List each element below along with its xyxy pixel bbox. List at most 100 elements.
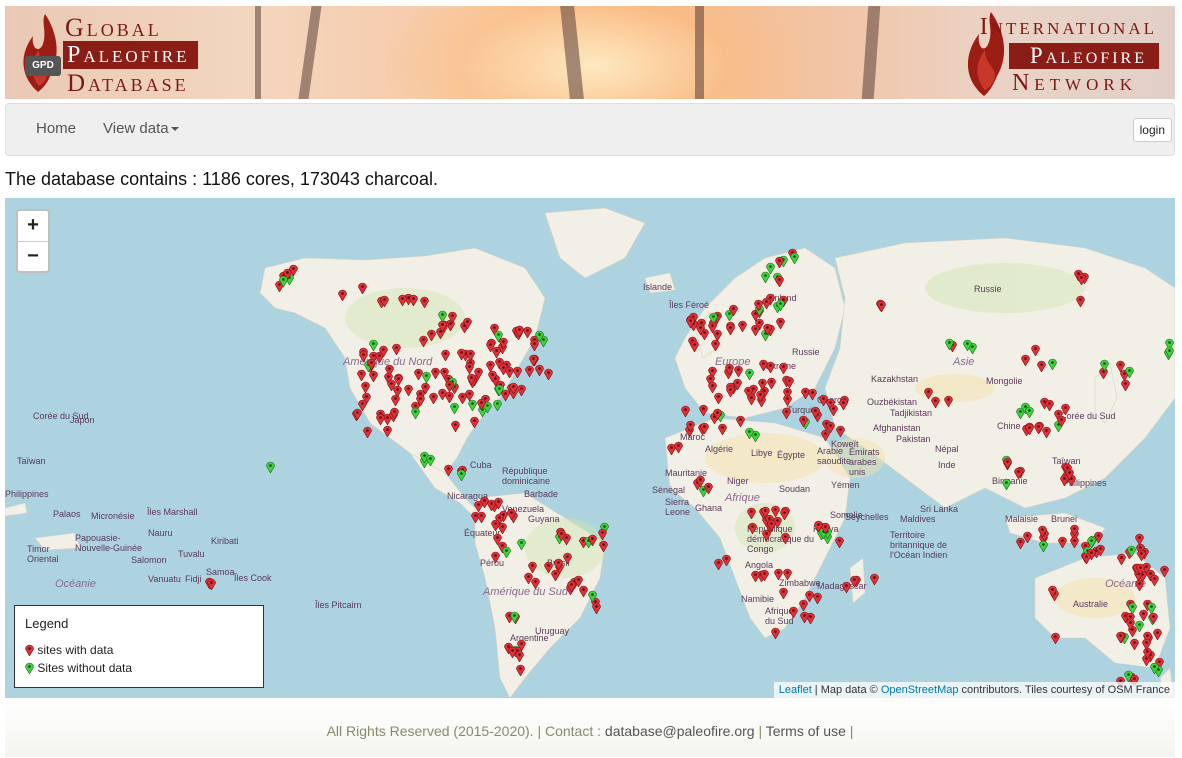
footer-terms-link[interactable]: Terms of use xyxy=(766,723,846,739)
site-marker-with-data[interactable] xyxy=(841,580,851,598)
site-marker-with-data[interactable] xyxy=(808,387,818,405)
site-marker-without-data[interactable] xyxy=(775,298,785,316)
site-marker-with-data[interactable] xyxy=(766,518,776,536)
login-button[interactable]: login xyxy=(1132,118,1172,142)
site-marker-with-data[interactable] xyxy=(708,320,718,338)
site-marker-with-data[interactable] xyxy=(707,380,717,398)
site-marker-with-data[interactable] xyxy=(726,322,736,340)
site-marker-without-data[interactable] xyxy=(510,610,520,628)
site-marker-with-data[interactable] xyxy=(799,414,808,432)
site-marker-with-data[interactable] xyxy=(1021,353,1030,371)
site-marker-with-data[interactable] xyxy=(1023,530,1032,548)
site-marker-without-data[interactable] xyxy=(1047,357,1057,375)
site-marker-with-data[interactable] xyxy=(799,598,808,616)
site-marker-without-data[interactable] xyxy=(1099,358,1109,376)
site-marker-with-data[interactable] xyxy=(1136,562,1145,580)
site-marker-with-data[interactable] xyxy=(733,364,743,382)
site-marker-with-data[interactable] xyxy=(599,539,608,557)
site-marker-with-data[interactable] xyxy=(699,421,709,439)
site-marker-with-data[interactable] xyxy=(474,366,484,384)
site-marker-with-data[interactable] xyxy=(754,298,764,316)
site-marker-with-data[interactable] xyxy=(836,424,846,442)
site-marker-with-data[interactable] xyxy=(491,518,500,536)
site-marker-without-data[interactable] xyxy=(789,251,799,269)
site-marker-with-data[interactable] xyxy=(457,391,467,409)
site-marker-with-data[interactable] xyxy=(696,474,705,492)
openstreetmap-link[interactable]: OpenStreetMap xyxy=(881,684,959,696)
site-marker-with-data[interactable] xyxy=(1013,466,1023,484)
site-marker-without-data[interactable] xyxy=(516,537,526,555)
site-marker-with-data[interactable] xyxy=(563,551,572,569)
site-marker-with-data[interactable] xyxy=(838,397,848,415)
site-marker-with-data[interactable] xyxy=(517,383,527,401)
site-marker-with-data[interactable] xyxy=(440,366,450,384)
site-marker-with-data[interactable] xyxy=(438,319,447,337)
site-marker-with-data[interactable] xyxy=(747,506,757,524)
site-marker-with-data[interactable] xyxy=(1149,573,1159,591)
site-marker-with-data[interactable] xyxy=(1152,627,1162,645)
site-marker-with-data[interactable] xyxy=(398,293,407,311)
site-marker-with-data[interactable] xyxy=(726,384,735,402)
site-marker-with-data[interactable] xyxy=(1058,535,1067,553)
site-marker-without-data[interactable] xyxy=(745,426,754,444)
site-marker-with-data[interactable] xyxy=(476,397,486,415)
site-marker-with-data[interactable] xyxy=(759,358,769,376)
site-marker-with-data[interactable] xyxy=(729,303,738,321)
site-marker-with-data[interactable] xyxy=(1096,543,1105,561)
site-marker-with-data[interactable] xyxy=(427,328,437,346)
site-marker-with-data[interactable] xyxy=(409,293,418,311)
site-marker-with-data[interactable] xyxy=(704,481,714,499)
site-marker-with-data[interactable] xyxy=(770,626,780,644)
site-marker-with-data[interactable] xyxy=(1031,343,1041,361)
site-marker-with-data[interactable] xyxy=(363,425,372,443)
site-marker-with-data[interactable] xyxy=(774,255,784,273)
site-marker-with-data[interactable] xyxy=(1041,425,1051,443)
site-marker-with-data[interactable] xyxy=(394,373,403,391)
site-marker-with-data[interactable] xyxy=(506,507,516,525)
site-marker-with-data[interactable] xyxy=(1121,378,1130,396)
leaflet-link[interactable]: Leaflet xyxy=(779,684,812,696)
site-marker-with-data[interactable] xyxy=(1130,637,1140,655)
site-marker-with-data[interactable] xyxy=(1025,422,1034,440)
site-marker-with-data[interactable] xyxy=(357,398,367,416)
site-marker-with-data[interactable] xyxy=(689,339,699,357)
site-marker-with-data[interactable] xyxy=(1045,398,1054,416)
site-marker-with-data[interactable] xyxy=(588,533,598,551)
site-marker-with-data[interactable] xyxy=(718,422,727,440)
site-marker-with-data[interactable] xyxy=(725,362,735,380)
site-marker-with-data[interactable] xyxy=(877,299,887,317)
site-marker-with-data[interactable] xyxy=(696,322,705,340)
site-marker-without-data[interactable] xyxy=(265,460,275,478)
site-marker-with-data[interactable] xyxy=(776,316,786,334)
site-marker-with-data[interactable] xyxy=(1117,552,1126,570)
site-marker-with-data[interactable] xyxy=(337,288,347,306)
site-marker-with-data[interactable] xyxy=(1135,532,1145,550)
site-marker-without-data[interactable] xyxy=(457,468,467,486)
site-marker-with-data[interactable] xyxy=(1115,630,1125,648)
site-marker-with-data[interactable] xyxy=(763,322,772,340)
site-marker-with-data[interactable] xyxy=(431,366,440,384)
site-marker-with-data[interactable] xyxy=(789,605,798,623)
site-marker-with-data[interactable] xyxy=(356,368,366,386)
site-marker-with-data[interactable] xyxy=(774,567,783,585)
site-marker-without-data[interactable] xyxy=(962,338,972,356)
site-marker-with-data[interactable] xyxy=(376,412,386,430)
site-marker-with-data[interactable] xyxy=(1064,467,1074,485)
site-marker-with-data[interactable] xyxy=(513,365,522,383)
site-marker-with-data[interactable] xyxy=(557,528,566,546)
site-marker-with-data[interactable] xyxy=(1047,584,1057,602)
site-marker-with-data[interactable] xyxy=(931,395,940,413)
zoom-out-button[interactable]: − xyxy=(18,242,48,272)
site-marker-with-data[interactable] xyxy=(391,342,401,360)
site-marker-with-data[interactable] xyxy=(774,274,784,292)
site-marker-without-data[interactable] xyxy=(502,545,512,563)
site-marker-with-data[interactable] xyxy=(289,263,299,281)
site-marker-without-data[interactable] xyxy=(945,337,954,355)
site-marker-with-data[interactable] xyxy=(736,414,746,432)
site-marker-with-data[interactable] xyxy=(358,281,367,299)
site-marker-with-data[interactable] xyxy=(420,381,430,399)
site-marker-with-data[interactable] xyxy=(1069,535,1079,553)
site-marker-with-data[interactable] xyxy=(714,557,723,575)
site-marker-with-data[interactable] xyxy=(1038,524,1047,542)
site-marker-with-data[interactable] xyxy=(207,577,216,595)
